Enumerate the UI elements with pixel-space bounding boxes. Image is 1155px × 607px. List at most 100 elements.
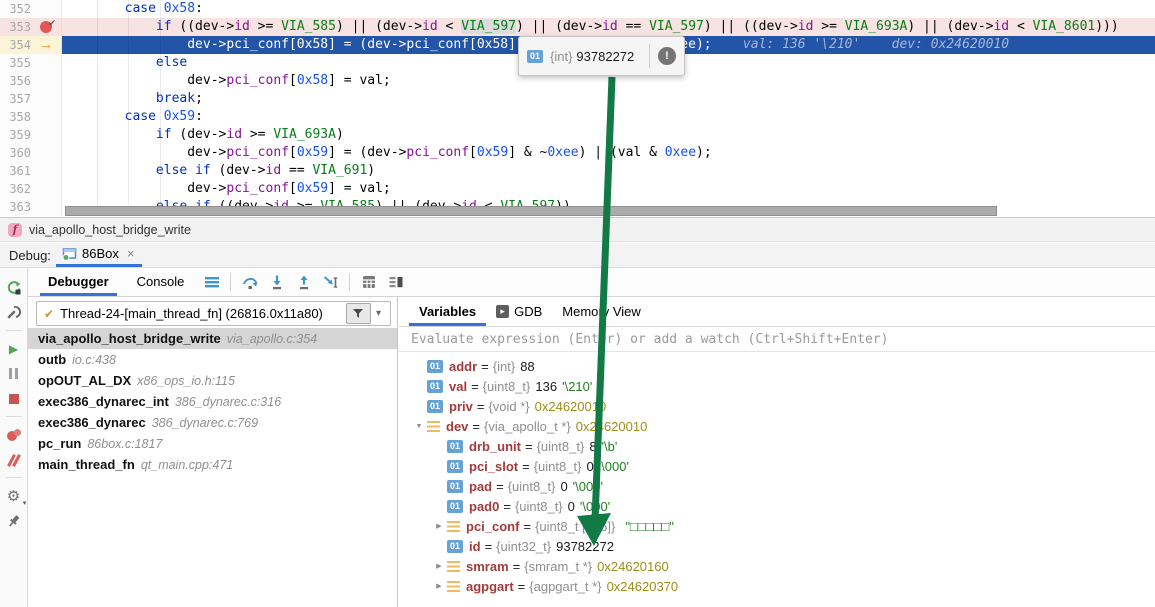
evaluate-expression-input[interactable] — [399, 327, 1155, 352]
view-breakpoints-button[interactable] — [3, 423, 25, 446]
code-line-text[interactable]: else if (dev->id == VIA_691) — [62, 162, 1155, 180]
tab-debugger[interactable]: Debugger — [34, 268, 123, 296]
chevron-down-icon[interactable]: ▼ — [411, 423, 427, 430]
tab-gdb[interactable]: ▸ GDB — [486, 297, 552, 326]
function-breadcrumb-bar: f via_apollo_host_bridge_write — [0, 217, 1155, 242]
variable-value: 0 — [586, 459, 593, 474]
step-into-button[interactable] — [264, 271, 289, 293]
variable-type: {uint8_t} — [537, 439, 585, 454]
code-token — [62, 127, 156, 142]
code-token: dev-> — [62, 145, 226, 160]
code-line-text[interactable]: dev->pci_conf[0x59] = (dev->pci_conf[0x5… — [62, 144, 1155, 162]
gutter[interactable]: 362 — [0, 180, 62, 198]
code-token: >= — [250, 19, 281, 34]
close-icon[interactable]: × — [127, 246, 135, 261]
variable-value-char: '\000' — [580, 499, 610, 514]
gutter[interactable]: 360 — [0, 144, 62, 162]
struct-icon — [447, 561, 460, 572]
step-over-button[interactable] — [237, 271, 262, 293]
resume-button[interactable]: ▶ — [3, 337, 25, 360]
calculator-icon — [361, 274, 377, 290]
settings-button[interactable]: ⚙▾ — [3, 484, 25, 507]
variable-row-addr[interactable]: 01addr={int}88 — [399, 356, 1155, 376]
line-number: 353 — [0, 18, 34, 36]
frame-row-via_apollo_host_bridge_write[interactable]: via_apollo_host_bridge_writevia_apollo.c… — [28, 328, 397, 349]
variable-row-pci_conf[interactable]: ▶pci_conf={uint8_t [256]}"□□□□□" — [399, 516, 1155, 536]
variable-row-pad[interactable]: 01pad={uint8_t}0'\000' — [399, 476, 1155, 496]
variable-row-val[interactable]: 01val={uint8_t}136'\210' — [399, 376, 1155, 396]
frame-row-pc_run[interactable]: pc_run86box.c:1817 — [28, 433, 397, 454]
horizontal-scrollbar[interactable] — [65, 206, 997, 216]
thread-selector[interactable]: ✔ Thread-24-[main_thread_fn] (26816.0x11… — [36, 301, 391, 326]
frame-row-opOUT_AL_DX[interactable]: opOUT_AL_DXx86_ops_io.h:115 — [28, 370, 397, 391]
step-out-button[interactable] — [291, 271, 316, 293]
variable-row-drb_unit[interactable]: 01drb_unit={uint8_t}8'\b' — [399, 436, 1155, 456]
error-info-icon[interactable]: ! — [658, 47, 676, 65]
code-token: ))) — [1095, 19, 1118, 34]
evaluate-expression-button[interactable] — [356, 271, 381, 293]
tab-memory-view[interactable]: Memory View — [552, 297, 651, 326]
wrench-button[interactable] — [3, 301, 25, 324]
variable-row-pci_slot[interactable]: 01pci_slot={uint8_t}0'\000' — [399, 456, 1155, 476]
rerun-button[interactable] — [3, 276, 25, 299]
pause-button[interactable] — [3, 362, 25, 385]
gutter[interactable]: 363 — [0, 198, 62, 216]
gutter[interactable]: 359 — [0, 126, 62, 144]
gutter[interactable]: 354→ — [0, 36, 62, 54]
code-token: : — [195, 1, 203, 16]
variable-row-pad0[interactable]: 01pad0={uint8_t}0'\000' — [399, 496, 1155, 516]
variable-row-id[interactable]: 01id={uint32_t}93782272 — [399, 536, 1155, 556]
line-number: 360 — [0, 144, 34, 162]
frame-row-exec386_dynarec[interactable]: exec386_dynarec386_dynarec.c:769 — [28, 412, 397, 433]
gutter[interactable]: 353✔ — [0, 18, 62, 36]
tab-86box[interactable]: 86Box × — [56, 243, 142, 267]
tab-console[interactable]: Console — [123, 268, 199, 296]
hide-frames-filter-button[interactable] — [346, 303, 371, 324]
restore-layout-button[interactable] — [383, 271, 408, 293]
frame-row-main_thread_fn[interactable]: main_thread_fnqt_main.cpp:471 — [28, 454, 397, 475]
gutter[interactable]: 361 — [0, 162, 62, 180]
gutter[interactable]: 357 — [0, 90, 62, 108]
breakpoint-icon[interactable]: ✔ — [34, 19, 58, 35]
gutter[interactable]: 358 — [0, 108, 62, 126]
variable-row-smram[interactable]: ▶smram={smram_t *}0x24620160 — [399, 556, 1155, 576]
code-line-text[interactable]: case 0x58: — [62, 0, 1155, 18]
code-token: 0xee — [665, 145, 696, 160]
variable-name: pci_conf — [466, 519, 519, 534]
frame-function: exec386_dynarec_int — [38, 394, 169, 409]
gutter[interactable]: 356 — [0, 72, 62, 90]
run-to-cursor-button[interactable] — [318, 271, 343, 293]
chevron-right-icon[interactable]: ▶ — [431, 522, 447, 530]
execution-pointer-icon[interactable]: → — [34, 37, 58, 53]
variable-type: {uint8_t} — [508, 479, 556, 494]
variable-row-agpgart[interactable]: ▶agpgart={agpgart_t *}0x24620370 — [399, 576, 1155, 596]
chevron-right-icon[interactable]: ▶ — [431, 582, 447, 590]
show-execution-point-button[interactable] — [199, 271, 224, 293]
code-token: pci_conf — [226, 73, 289, 88]
code-token: 0x59 — [297, 145, 328, 160]
chevron-down-icon[interactable]: ▾ — [376, 308, 381, 319]
pin-tab-button[interactable] — [3, 509, 25, 532]
gutter[interactable]: 355 — [0, 54, 62, 72]
debug-label: Debug: — [0, 248, 48, 263]
variable-row-priv[interactable]: 01priv={void *}0x24620010 — [399, 396, 1155, 416]
frame-row-exec386_dynarec_int[interactable]: exec386_dynarec_int386_dynarec.c:316 — [28, 391, 397, 412]
code-line-text[interactable]: if ((dev->id >= VIA_585) || (dev->id < V… — [62, 18, 1155, 36]
code-line-text[interactable]: break; — [62, 90, 1155, 108]
code-line-text[interactable]: case 0x59: — [62, 108, 1155, 126]
variable-name: drb_unit — [469, 439, 521, 454]
frame-row-outb[interactable]: outbio.c:438 — [28, 349, 397, 370]
breadcrumb[interactable]: via_apollo_host_bridge_write — [29, 223, 191, 237]
chevron-right-icon[interactable]: ▶ — [431, 562, 447, 570]
variable-row-dev[interactable]: ▼dev={via_apollo_t *}0x24620010 — [399, 416, 1155, 436]
variable-name: agpgart — [466, 579, 514, 594]
code-line-text[interactable]: if (dev->id >= VIA_693A) — [62, 126, 1155, 144]
stop-button[interactable] — [3, 387, 25, 410]
equals-sign: = — [525, 439, 533, 454]
mute-breakpoints-button[interactable] — [3, 448, 25, 471]
tab-variables[interactable]: Variables — [409, 297, 486, 326]
code-line-text[interactable]: dev->pci_conf[0x59] = val; — [62, 180, 1155, 198]
layout-icon — [388, 274, 404, 290]
code-token: >= — [813, 19, 844, 34]
code-token: id — [602, 19, 618, 34]
